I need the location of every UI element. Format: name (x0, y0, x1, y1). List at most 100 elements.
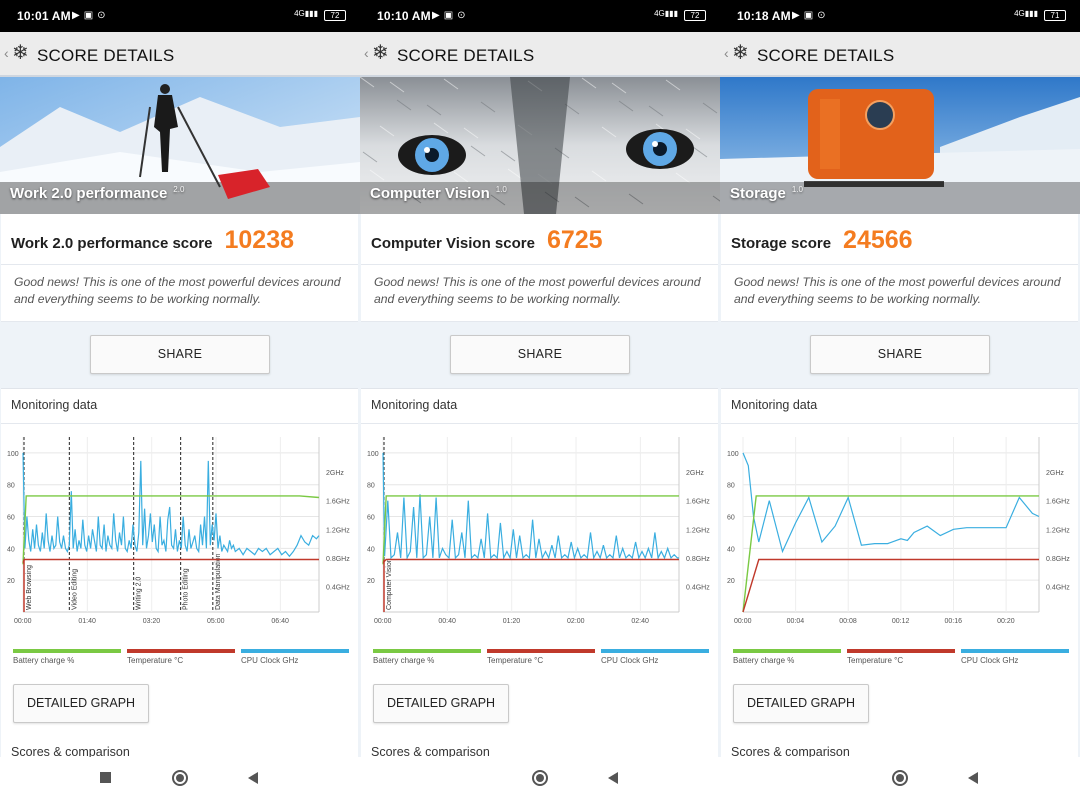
x-tick-label: 06:40 (271, 618, 289, 625)
battery-icon: 72 (324, 10, 346, 21)
legend-swatch (961, 649, 1069, 653)
score-panel: 10:01 AM ▶ ▣ ⊙ 4G▮▮▮ 72 ‹ ❄ SCORE DETAIL… (0, 0, 360, 800)
nav-home-icon[interactable] (892, 770, 908, 786)
benchmark-title: Storage (730, 185, 786, 202)
phase-label: Photo Editing (183, 568, 190, 610)
y2-tick-label: 0.4GHz (326, 585, 350, 592)
monitoring-title: Monitoring data (371, 398, 458, 412)
status-bar: 10:01 AM ▶ ▣ ⊙ 4G▮▮▮ 72 (0, 0, 360, 32)
nav-stop-icon[interactable] (100, 772, 111, 783)
location-icon: ⊙ (817, 10, 826, 21)
chart-legend: Battery charge % Temperature °C CPU Cloc… (733, 649, 1069, 665)
monitoring-chart: 100 80 60 40 20 2GHz 1.6GHz 1.2GHz 0.8GHz 0.4GHz 0… (727, 437, 1070, 625)
legend-battery: Battery charge % (13, 649, 121, 665)
detailed-graph-button[interactable]: DETAILED GRAPH (373, 684, 509, 723)
status-icons: ▶ ▣ ⊙ (72, 10, 106, 21)
detailed-graph-button[interactable]: DETAILED GRAPH (13, 684, 149, 723)
x-tick-label: 01:40 (78, 618, 96, 625)
network-type: 4G (1014, 9, 1025, 18)
y2-tick-label: 0.8GHz (686, 556, 710, 563)
share-button[interactable]: SHARE (810, 335, 990, 374)
benchmark-hero-image: Computer Vision 1.0 (360, 77, 720, 214)
status-play-icon: ▶ (792, 10, 800, 21)
back-chevron-icon[interactable]: ‹ (364, 45, 369, 61)
page-title: SCORE DETAILS (757, 46, 895, 65)
benchmark-hero-image: Storage 1.0 (720, 77, 1080, 214)
legend-label: Battery charge % (373, 656, 435, 665)
y-tick-label: 40 (727, 546, 735, 553)
signal-icon: 4G▮▮▮ (294, 9, 318, 18)
y-tick-label: 100 (7, 451, 19, 458)
x-tick-label: 00:20 (997, 618, 1015, 625)
x-tick-label: 01:20 (503, 618, 521, 625)
share-button[interactable]: SHARE (90, 335, 270, 374)
y-tick-label: 80 (7, 483, 15, 490)
detailed-graph-button[interactable]: DETAILED GRAPH (733, 684, 869, 723)
status-icons: ▶ ▣ ⊙ (792, 10, 826, 21)
legend-swatch (127, 649, 235, 653)
cpu-series (742, 452, 1040, 554)
snowflake-logo-icon: ❄ (372, 42, 389, 64)
monitoring-title: Monitoring data (731, 398, 818, 412)
system-nav-bar (720, 757, 1080, 800)
x-tick-label: 00:12 (892, 618, 910, 625)
divider (361, 264, 718, 265)
chart-legend: Battery charge % Temperature °C CPU Cloc… (373, 649, 709, 665)
legend-label: CPU Clock GHz (961, 656, 1019, 665)
status-bar: 10:10 AM ▶ ▣ ⊙ 4G▮▮▮ 72 (360, 0, 720, 32)
nav-back-icon[interactable] (608, 772, 618, 784)
score-card: Work 2.0 performance score 10238 Good ne… (1, 214, 358, 322)
monitoring-chart: 100 80 60 40 20 2GHz 1.6GHz 1.2GHz 0.8GHz 0.4GHz 0… (367, 437, 710, 625)
temperature-series (22, 558, 319, 563)
score-panel: 10:18 AM ▶ ▣ ⊙ 4G▮▮▮ 71 ‹ ❄ SCORE DETAIL… (720, 0, 1080, 800)
y-tick-label: 100 (727, 451, 739, 458)
battery-icon: 72 (684, 10, 706, 21)
divider (721, 423, 1078, 424)
battery-level: 72 (330, 11, 340, 20)
status-bar: 10:18 AM ▶ ▣ ⊙ 4G▮▮▮ 71 (720, 0, 1080, 32)
y2-tick-label: 0.4GHz (686, 585, 710, 592)
legend-cpu: CPU Clock GHz (601, 649, 709, 665)
nav-home-icon[interactable] (172, 770, 188, 786)
page-title: SCORE DETAILS (397, 46, 535, 65)
divider (361, 423, 718, 424)
back-chevron-icon[interactable]: ‹ (724, 45, 729, 61)
benchmark-name: Storage 1.0 (730, 185, 803, 202)
share-button[interactable]: SHARE (450, 335, 630, 374)
nav-back-icon[interactable] (248, 772, 258, 784)
y2-tick-label: 2GHz (686, 470, 704, 477)
legend-label: Temperature °C (847, 656, 904, 665)
nav-back-icon[interactable] (968, 772, 978, 784)
score-label: Work 2.0 performance score (11, 235, 213, 252)
nav-home-icon[interactable] (532, 770, 548, 786)
y-tick-label: 40 (367, 546, 375, 553)
cpu-series (382, 452, 679, 561)
location-icon: ⊙ (457, 10, 466, 21)
legend-battery: Battery charge % (733, 649, 841, 665)
y2-tick-label: 1.2GHz (1046, 527, 1070, 534)
back-chevron-icon[interactable]: ‹ (4, 45, 9, 61)
phase-label: Data Manipulation (215, 553, 222, 610)
y2-tick-label: 0.8GHz (326, 556, 350, 563)
benchmark-version: 1.0 (791, 185, 803, 194)
y2-tick-label: 2GHz (326, 470, 344, 477)
eye-glint (424, 147, 430, 153)
legend-swatch (847, 649, 955, 653)
temperature-series (382, 558, 679, 564)
gallery-icon: ▣ (443, 10, 454, 21)
snowflake-logo-icon: ❄ (12, 42, 29, 64)
y2-tick-label: 1.2GHz (326, 527, 350, 534)
legend-label: Battery charge % (13, 656, 75, 665)
x-tick-label: 00:16 (944, 618, 962, 625)
y-tick-label: 60 (367, 515, 375, 522)
x-tick-label: 00:00 (374, 618, 392, 625)
status-time: 10:01 AM (17, 9, 71, 23)
divider (1, 264, 358, 265)
y2-tick-label: 0.8GHz (1046, 556, 1070, 563)
status-message: Good news! This is one of the most power… (374, 275, 701, 306)
status-time: 10:10 AM (377, 9, 431, 23)
signal-icon: 4G▮▮▮ (654, 9, 678, 18)
legend-label: Temperature °C (487, 656, 544, 665)
gallery-icon: ▣ (803, 10, 814, 21)
status-play-icon: ▶ (432, 10, 440, 21)
